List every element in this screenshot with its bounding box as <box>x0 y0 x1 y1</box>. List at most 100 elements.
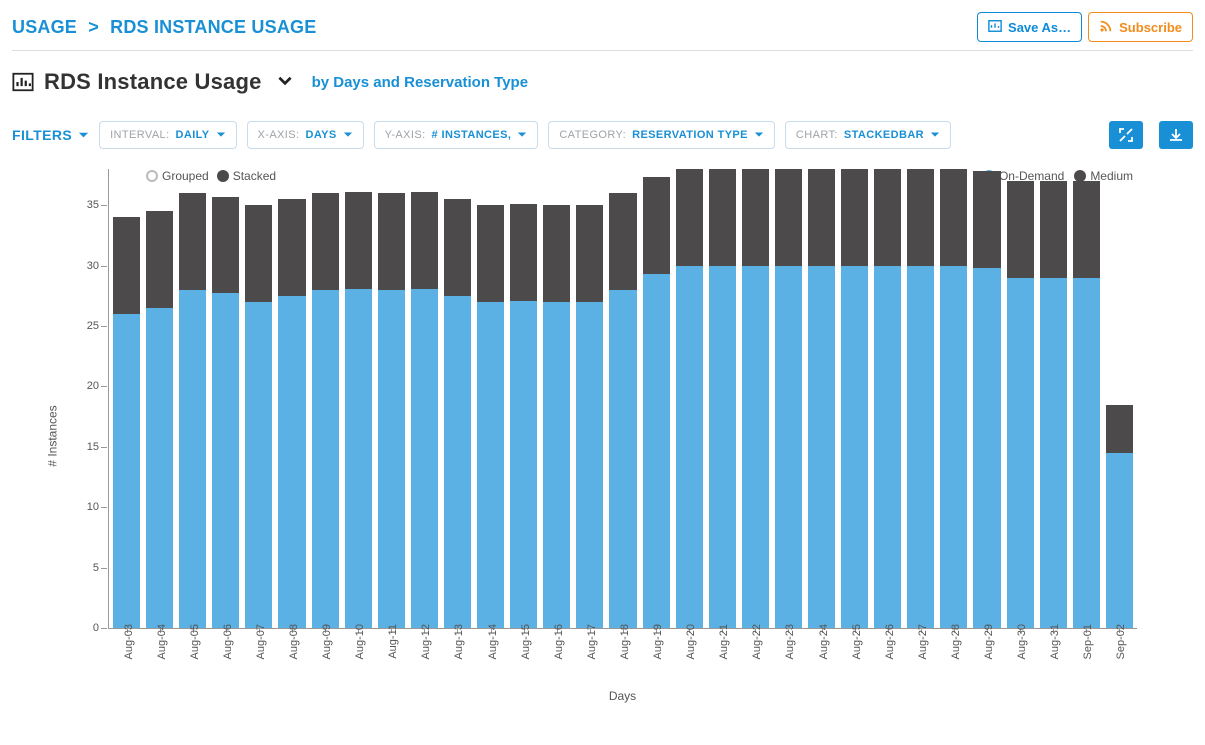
bar-segment-on-demand <box>609 290 636 628</box>
bar[interactable]: Aug-28 <box>940 169 967 628</box>
bar-segment-on-demand <box>874 266 901 628</box>
title-dropdown[interactable] <box>276 71 294 94</box>
x-tick-label: Aug-11 <box>387 624 399 659</box>
bar[interactable]: Aug-06 <box>212 197 239 628</box>
bar-segment-on-demand <box>1040 278 1067 628</box>
caret-down-icon <box>78 130 89 141</box>
bar[interactable]: Aug-19 <box>643 177 670 628</box>
bar-segment-medium <box>312 193 339 290</box>
x-tick-label: Aug-18 <box>619 624 631 659</box>
bar[interactable]: Aug-09 <box>312 193 339 628</box>
bar[interactable]: Aug-05 <box>179 193 206 628</box>
filters-label: FILTERS <box>12 127 72 143</box>
x-tick-label: Aug-20 <box>685 624 697 659</box>
chevron-down-icon <box>276 71 294 89</box>
filters-toggle[interactable]: FILTERS <box>12 127 89 143</box>
x-tick-label: Aug-21 <box>718 624 730 659</box>
bar-segment-on-demand <box>742 266 769 628</box>
breadcrumb: USAGE > RDS INSTANCE USAGE <box>12 17 316 38</box>
bar[interactable]: Aug-22 <box>742 169 769 628</box>
bar-segment-on-demand <box>940 266 967 628</box>
bar[interactable]: Aug-18 <box>609 193 636 628</box>
bar[interactable]: Aug-17 <box>576 205 603 628</box>
bar[interactable]: Aug-31 <box>1040 181 1067 628</box>
y-tick-label: 0 <box>75 622 99 634</box>
bar-segment-medium <box>345 192 372 289</box>
caret-down-icon <box>754 130 764 140</box>
breadcrumb-root[interactable]: USAGE <box>12 17 77 37</box>
breadcrumb-leaf: RDS INSTANCE USAGE <box>110 17 316 37</box>
filter-chart[interactable]: CHART: STACKEDBAR <box>785 121 951 149</box>
bar-segment-medium <box>709 169 736 266</box>
filter-interval[interactable]: INTERVAL: DAILY <box>99 121 236 149</box>
bar-segment-medium <box>609 193 636 290</box>
y-tick-label: 30 <box>75 260 99 272</box>
x-tick-label: Aug-06 <box>222 624 234 659</box>
bar-segment-on-demand <box>775 266 802 628</box>
bar[interactable]: Sep-01 <box>1073 181 1100 628</box>
bar[interactable]: Aug-21 <box>709 169 736 628</box>
x-tick-label: Aug-08 <box>288 624 300 659</box>
bar[interactable]: Aug-16 <box>543 205 570 628</box>
bar[interactable]: Aug-15 <box>510 204 537 628</box>
x-tick-label: Aug-13 <box>453 624 465 659</box>
save-as-button[interactable]: Save As… <box>977 12 1082 42</box>
y-tick-label: 35 <box>75 199 99 211</box>
bar[interactable]: Aug-20 <box>676 169 703 628</box>
caret-down-icon <box>930 130 940 140</box>
bar[interactable]: Aug-27 <box>907 169 934 628</box>
bar[interactable]: Aug-08 <box>278 199 305 628</box>
x-tick-label: Aug-25 <box>851 624 863 659</box>
y-tick-label: 20 <box>75 380 99 392</box>
bar[interactable]: Aug-07 <box>245 205 272 628</box>
divider <box>12 50 1193 51</box>
bar-segment-medium <box>643 177 670 274</box>
x-tick-label: Aug-04 <box>156 624 168 659</box>
bar[interactable]: Aug-26 <box>874 169 901 628</box>
bar[interactable]: Aug-29 <box>973 171 1000 628</box>
bar-segment-on-demand <box>212 293 239 628</box>
bar-segment-on-demand <box>477 302 504 628</box>
x-tick-label: Aug-17 <box>586 624 598 659</box>
bar[interactable]: Aug-04 <box>146 211 173 628</box>
x-tick-label: Sep-01 <box>1082 624 1094 659</box>
filter-yaxis[interactable]: Y-AXIS: # INSTANCES, <box>374 121 539 149</box>
bar-segment-on-demand <box>510 301 537 628</box>
bar-segment-medium <box>179 193 206 290</box>
bar-segment-medium <box>576 205 603 302</box>
bar[interactable]: Aug-24 <box>808 169 835 628</box>
x-tick-label: Aug-03 <box>123 624 135 659</box>
bar-segment-medium <box>1106 405 1133 453</box>
bar-segment-medium <box>874 169 901 266</box>
filter-xaxis[interactable]: X-AXIS: DAYS <box>247 121 364 149</box>
bar[interactable]: Aug-25 <box>841 169 868 628</box>
download-icon <box>1168 127 1184 143</box>
y-tick-label: 10 <box>75 501 99 513</box>
bar-segment-on-demand <box>245 302 272 628</box>
bar-segment-medium <box>907 169 934 266</box>
bar[interactable]: Aug-11 <box>378 193 405 628</box>
x-tick-label: Aug-24 <box>818 624 830 659</box>
bar-segment-medium <box>146 211 173 308</box>
filter-category[interactable]: CATEGORY: RESERVATION TYPE <box>548 121 775 149</box>
bar[interactable]: Aug-23 <box>775 169 802 628</box>
bar[interactable]: Aug-03 <box>113 217 140 628</box>
page-subtitle: by Days and Reservation Type <box>312 74 528 91</box>
subscribe-button[interactable]: Subscribe <box>1088 12 1193 42</box>
bar[interactable]: Aug-13 <box>444 199 471 628</box>
bar-segment-on-demand <box>973 268 1000 628</box>
download-button[interactable] <box>1159 121 1193 149</box>
x-tick-label: Aug-19 <box>652 624 664 659</box>
bar[interactable]: Sep-02 <box>1106 405 1133 628</box>
x-tick-label: Aug-27 <box>917 624 929 659</box>
bar-segment-on-demand <box>179 290 206 628</box>
bar[interactable]: Aug-10 <box>345 192 372 628</box>
bar-segment-medium <box>940 169 967 266</box>
bar[interactable]: Aug-12 <box>411 192 438 628</box>
bar-chart-icon <box>12 71 34 93</box>
x-tick-label: Aug-30 <box>1016 624 1028 659</box>
bar[interactable]: Aug-14 <box>477 205 504 628</box>
fullscreen-button[interactable] <box>1109 121 1143 149</box>
bar-segment-on-demand <box>345 289 372 628</box>
bar[interactable]: Aug-30 <box>1007 181 1034 628</box>
